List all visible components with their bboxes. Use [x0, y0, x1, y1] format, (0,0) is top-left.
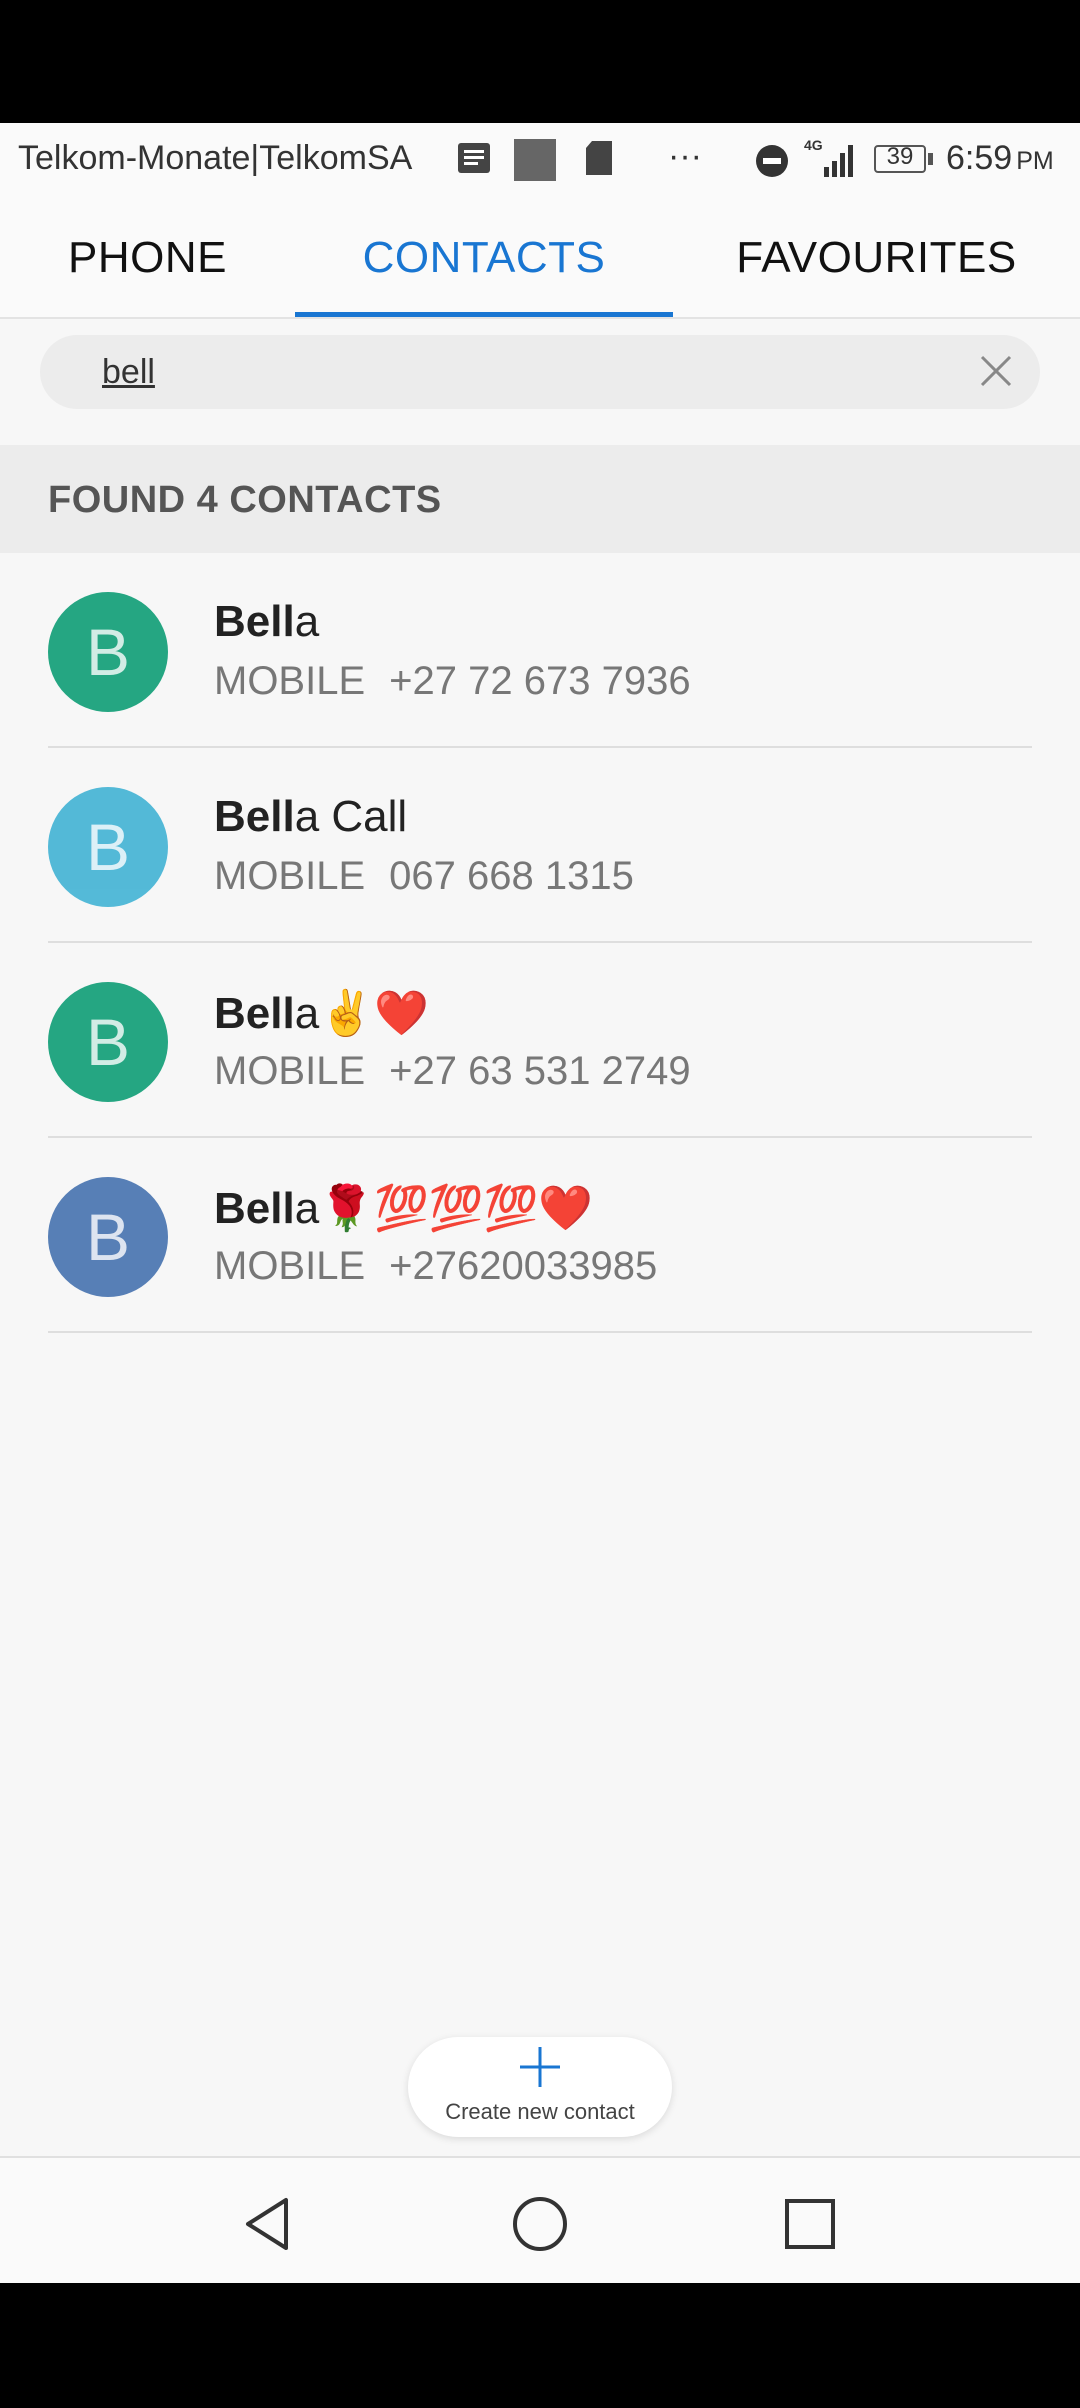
- signal-icon: [824, 145, 853, 177]
- contact-list: B Bella MOBILE +27 72 673 7936 B Bella Ca…: [0, 553, 1080, 1333]
- contact-name-match: Bell: [214, 1184, 295, 1233]
- battery-tip: [928, 153, 933, 165]
- active-tab-indicator: [295, 312, 673, 317]
- avatar-initial: B: [85, 615, 131, 689]
- home-icon[interactable]: [510, 2194, 570, 2254]
- contact-name-rest: a Call: [294, 792, 408, 841]
- navigation-bar: [0, 2156, 1080, 2283]
- create-new-contact-label: Create new contact: [445, 2099, 635, 2124]
- clear-search-icon[interactable]: [976, 351, 1016, 391]
- contact-name: Bella: [214, 597, 319, 647]
- search-input[interactable]: bell: [102, 353, 155, 392]
- image-icon: [514, 139, 556, 181]
- contact-name: Bella✌️❤️: [214, 987, 429, 1039]
- phone-number: +27 63 531 2749: [389, 1049, 691, 1093]
- contact-name-rest: a🌹💯💯💯❤️: [294, 1184, 594, 1233]
- notes-icon: [458, 143, 490, 173]
- results-header: FOUND 4 CONTACTS: [0, 445, 1080, 553]
- contact-row[interactable]: B Bella🌹💯💯💯❤️ MOBILE +27620033985: [0, 1138, 1080, 1333]
- phone-label: MOBILE: [214, 854, 366, 898]
- search-bar[interactable]: bell: [40, 335, 1040, 409]
- contact-phone: MOBILE +27 63 531 2749: [214, 1049, 691, 1094]
- avatar: B: [48, 982, 168, 1102]
- sd-card-icon: [586, 141, 612, 175]
- avatar: B: [48, 1177, 168, 1297]
- back-icon[interactable]: [240, 2194, 300, 2254]
- overflow-indicator: ···: [668, 137, 702, 175]
- contacts-screen: Telkom-Monate|TelkomSA ··· 4G 39 6:59 PM …: [0, 123, 1080, 2283]
- phone-label: MOBILE: [214, 1049, 366, 1093]
- phone-number: +27 72 673 7936: [389, 659, 691, 703]
- contact-row[interactable]: B Bella Call MOBILE 067 668 1315: [0, 748, 1080, 943]
- status-bar: Telkom-Monate|TelkomSA ··· 4G 39 6:59 PM: [0, 123, 1080, 199]
- tab-bar: PHONE CONTACTS FAVOURITES: [0, 199, 1080, 319]
- contact-row[interactable]: B Bella✌️❤️ MOBILE +27 63 531 2749: [0, 943, 1080, 1138]
- phone-label: MOBILE: [214, 659, 366, 703]
- phone-number: 067 668 1315: [389, 854, 634, 898]
- avatar: B: [48, 787, 168, 907]
- contact-phone: MOBILE +27620033985: [214, 1244, 657, 1289]
- contact-name-match: Bell: [214, 597, 295, 646]
- tab-contacts[interactable]: CONTACTS: [295, 199, 673, 317]
- avatar-initial: B: [85, 1005, 131, 1079]
- contact-name: Bella🌹💯💯💯❤️: [214, 1182, 593, 1234]
- avatar-initial: B: [85, 1200, 131, 1274]
- contact-name-rest: a✌️❤️: [294, 989, 429, 1038]
- contact-name: Bella Call: [214, 792, 407, 842]
- recents-icon[interactable]: [780, 2194, 840, 2254]
- divider: [48, 1331, 1032, 1333]
- phone-number: +27620033985: [389, 1244, 658, 1288]
- phone-label: MOBILE: [214, 1244, 366, 1288]
- contact-phone: MOBILE +27 72 673 7936: [214, 659, 691, 704]
- contact-phone: MOBILE 067 668 1315: [214, 854, 634, 899]
- tab-phone[interactable]: PHONE: [0, 199, 295, 317]
- battery-icon: 39: [874, 143, 926, 173]
- avatar-initial: B: [85, 810, 131, 884]
- do-not-disturb-icon: [756, 145, 788, 177]
- plus-icon: [520, 2047, 560, 2087]
- tab-favourites[interactable]: FAVOURITES: [673, 199, 1080, 317]
- clock-time: 6:59: [946, 139, 1013, 177]
- contact-row[interactable]: B Bella MOBILE +27 72 673 7936: [0, 553, 1080, 748]
- contact-name-rest: a: [294, 597, 320, 646]
- avatar: B: [48, 592, 168, 712]
- contact-name-match: Bell: [214, 989, 295, 1038]
- carrier-name: Telkom-Monate|TelkomSA: [18, 139, 413, 177]
- clock-ampm: PM: [1016, 147, 1054, 175]
- clock: 6:59 PM: [946, 139, 1054, 178]
- contact-name-match: Bell: [214, 792, 295, 841]
- battery-level: 39: [886, 143, 914, 170]
- results-count-label: FOUND 4 CONTACTS: [48, 479, 442, 521]
- create-new-contact-button[interactable]: Create new contact: [408, 2037, 672, 2137]
